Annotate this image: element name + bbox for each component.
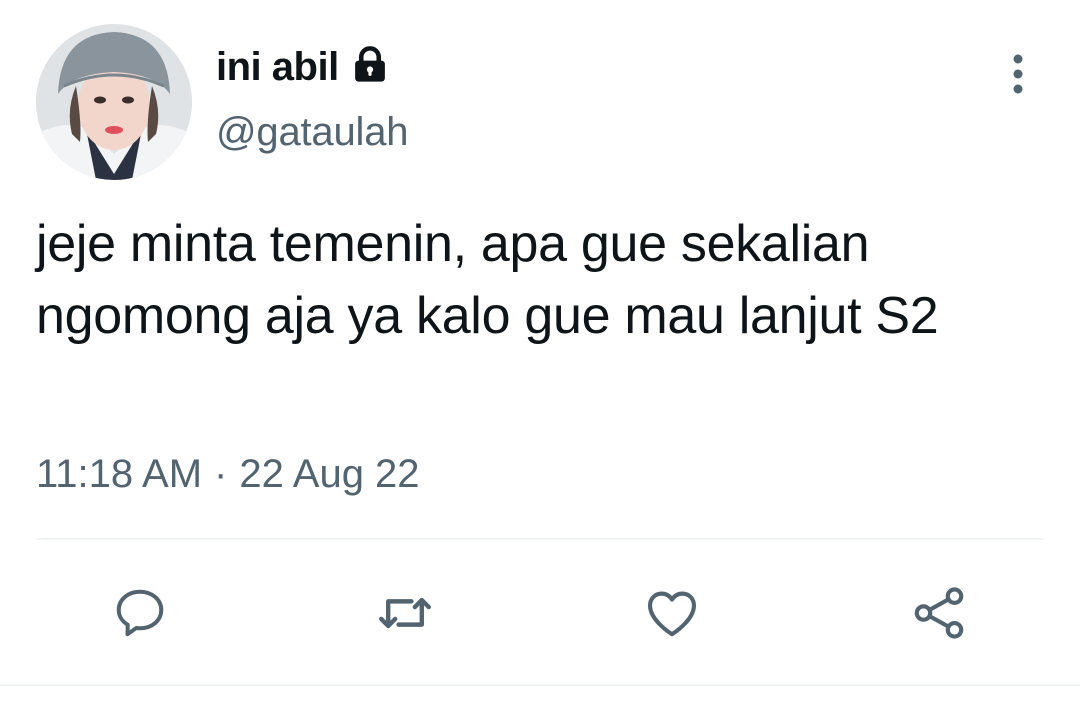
divider [36, 538, 1044, 540]
avatar[interactable] [36, 24, 192, 180]
more-vertical-icon [1013, 54, 1023, 94]
share-icon [914, 587, 964, 639]
more-options-button[interactable] [996, 52, 1040, 96]
retweet-button[interactable] [370, 578, 440, 648]
like-button[interactable] [637, 578, 707, 648]
tweet-time: 11:18 AM [36, 452, 203, 496]
action-bar [0, 578, 1080, 648]
user-handle[interactable]: @gataulah [216, 110, 408, 155]
avatar-photo [36, 24, 192, 180]
bottom-divider [0, 684, 1080, 686]
meta-separator: · [214, 452, 228, 496]
share-button[interactable] [904, 578, 974, 648]
display-name-row: ini abil [216, 40, 391, 94]
heart-icon [647, 591, 697, 637]
lock-icon [349, 44, 391, 86]
tweet-timestamp[interactable]: 11:18 AM · 22 Aug 22 [36, 452, 420, 497]
tweet-text: jeje minta temenin, apa gue sekalian ngo… [36, 215, 939, 345]
tweet-date: 22 Aug 22 [239, 452, 420, 496]
comment-icon [116, 589, 164, 637]
reply-button[interactable] [105, 578, 175, 648]
tweet-card: ini abil @gataulah jeje minta temenin, a… [0, 0, 1080, 705]
retweet-icon [379, 597, 431, 629]
display-name[interactable]: ini abil [216, 45, 339, 90]
